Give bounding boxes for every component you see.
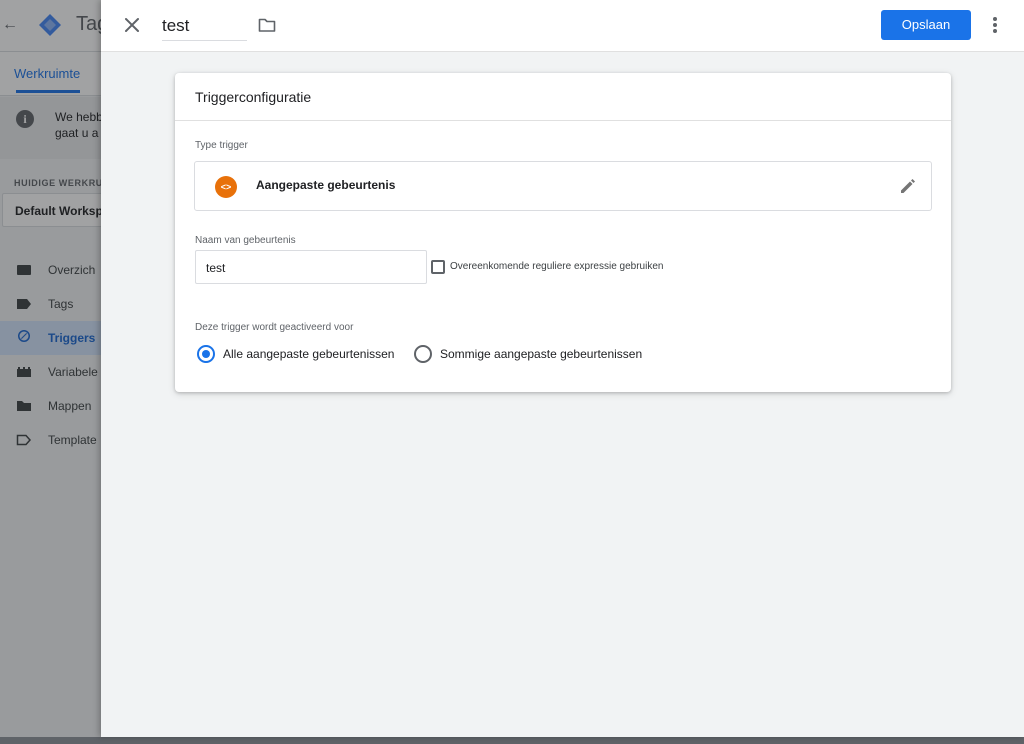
panel-header: test Opslaan [101, 0, 1024, 52]
bottom-edge [0, 737, 1024, 744]
trigger-type-value: Aangepaste gebeurtenis [256, 178, 396, 192]
regex-checkbox-label: Overeenkomende reguliere expressie gebru… [450, 261, 664, 272]
code-brackets-icon: <> [215, 176, 237, 198]
folder-icon[interactable] [258, 16, 276, 34]
save-button[interactable]: Opslaan [881, 10, 971, 40]
trigger-type-selector[interactable]: <> Aangepaste gebeurtenis [194, 161, 932, 211]
pencil-icon[interactable] [898, 176, 918, 196]
radio-all-custom-events-label: Alle aangepaste gebeurtenissen [223, 347, 395, 361]
card-divider [175, 120, 951, 121]
regex-checkbox[interactable] [431, 260, 445, 274]
more-vert-icon[interactable] [985, 14, 1005, 36]
trigger-name-field[interactable]: test [162, 14, 247, 41]
trigger-configuration-card: Triggerconfiguratie Type trigger <> Aang… [175, 73, 951, 392]
event-name-input[interactable]: test [195, 250, 427, 284]
radio-all-custom-events[interactable] [197, 345, 215, 363]
card-title: Triggerconfiguratie [195, 89, 312, 105]
trigger-editor-panel: test Opslaan Triggerconfiguratie Type tr… [101, 0, 1024, 737]
fires-on-label: Deze trigger wordt geactiveerd voor [195, 322, 354, 333]
radio-some-custom-events-label: Sommige aangepaste gebeurtenissen [440, 347, 643, 361]
radio-some-custom-events[interactable] [414, 345, 432, 363]
event-name-label: Naam van gebeurtenis [195, 235, 296, 246]
close-icon[interactable] [121, 14, 143, 36]
trigger-type-label: Type trigger [195, 140, 248, 151]
